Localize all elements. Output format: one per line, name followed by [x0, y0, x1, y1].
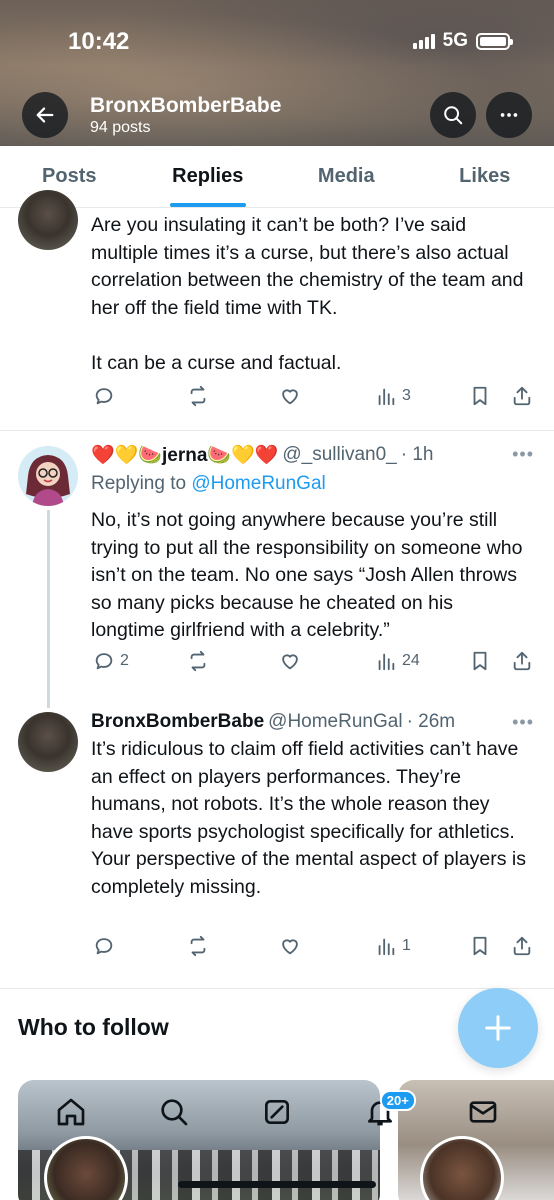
share-button[interactable]	[511, 385, 533, 407]
share-button[interactable]	[511, 650, 533, 672]
repost-icon	[190, 935, 206, 957]
repost-button[interactable]	[187, 650, 214, 672]
profile-name: BronxBomberBabe	[90, 94, 282, 117]
like-button[interactable]	[279, 650, 306, 672]
reply-icon	[95, 938, 113, 955]
repost-icon	[190, 385, 206, 407]
home-icon	[58, 1098, 85, 1126]
author-handle[interactable]: @HomeRunGal	[268, 711, 402, 733]
view-count: 1	[402, 937, 411, 954]
tweet-actions: 2 24	[91, 650, 541, 678]
bookmark-icon	[473, 651, 487, 671]
nav-grok[interactable]	[247, 1082, 307, 1142]
like-button[interactable]	[279, 935, 306, 957]
back-button[interactable]	[22, 92, 68, 138]
share-icon	[513, 936, 531, 956]
signal-icon	[412, 33, 435, 49]
reply-button[interactable]: 2	[93, 650, 129, 672]
reply-icon	[95, 653, 113, 670]
heart-icon	[282, 654, 298, 670]
plus-icon	[485, 1015, 511, 1041]
tab-likes[interactable]: Likes	[416, 146, 554, 207]
replying-prefix: Replying to	[91, 473, 192, 494]
heart-icon	[282, 939, 298, 955]
repost-button[interactable]	[187, 935, 214, 957]
status-indicators: 5G	[412, 30, 513, 52]
nav-notifications[interactable]: 20+	[350, 1082, 416, 1142]
author-name[interactable]: BronxBomberBabe	[91, 711, 264, 733]
tweet-header: BronxBomberBabe @HomeRunGal · 26m	[91, 711, 455, 733]
bookmark-icon	[473, 936, 487, 956]
author-name[interactable]: ❤️💛🍉jerna🍉💛❤️	[91, 443, 278, 467]
view-count: 24	[402, 652, 420, 669]
views-icon	[378, 388, 395, 406]
tweet-more-button[interactable]: •••	[512, 444, 534, 465]
views-icon	[378, 938, 395, 956]
nav-home[interactable]	[41, 1082, 101, 1142]
profile-tabs: Posts Replies Media Likes	[0, 146, 554, 208]
grok-icon	[264, 1100, 289, 1124]
views-button[interactable]: 24	[375, 650, 420, 672]
tab-replies[interactable]: Replies	[139, 146, 278, 207]
search-icon	[161, 1099, 188, 1126]
bookmark-button[interactable]	[469, 650, 491, 672]
avatar[interactable]	[18, 190, 78, 250]
tweet-more-button[interactable]: •••	[512, 712, 534, 733]
profile-post-count: 94 posts	[90, 119, 151, 136]
search-icon	[444, 106, 463, 125]
home-indicator	[178, 1181, 376, 1188]
more-options-button[interactable]	[486, 92, 532, 138]
more-dots-icon	[500, 113, 518, 117]
thread-line	[47, 510, 50, 708]
avatar[interactable]	[18, 446, 78, 506]
nav-search[interactable]	[144, 1082, 204, 1142]
tweet-text: It’s ridiculous to claim off field activ…	[91, 738, 532, 898]
tweet-header: ❤️💛🍉jerna🍉💛❤️ @_sullivan0_ · 1h	[91, 443, 433, 467]
heart-icon	[282, 389, 298, 405]
reply-button[interactable]	[93, 385, 120, 407]
notification-badge: 20+	[379, 1090, 416, 1111]
views-icon	[378, 653, 395, 671]
cartoon-avatar-icon	[18, 446, 78, 506]
like-button[interactable]	[279, 385, 306, 407]
bookmark-button[interactable]	[469, 935, 491, 957]
repost-icon	[190, 650, 206, 672]
reply-icon	[95, 388, 113, 405]
status-time: 10:42	[68, 28, 130, 55]
tweet-time: · 1h	[400, 444, 434, 465]
share-icon	[513, 386, 531, 406]
nav-messages[interactable]	[453, 1082, 513, 1142]
compose-post-button[interactable]	[458, 988, 538, 1068]
repost-button[interactable]	[187, 385, 214, 407]
avatar[interactable]	[18, 712, 78, 772]
share-icon	[513, 651, 531, 671]
tweet-time: · 26m	[406, 711, 456, 732]
search-button[interactable]	[430, 92, 476, 138]
network-label: 5G	[442, 30, 468, 51]
share-button[interactable]	[511, 935, 533, 957]
messages-icon	[469, 1101, 496, 1123]
tweet-text: No, it’s not going anywhere because you’…	[91, 509, 528, 641]
author-handle[interactable]: @_sullivan0_	[282, 444, 396, 466]
bookmark-button[interactable]	[469, 385, 491, 407]
divider	[0, 988, 554, 989]
arrow-left-icon	[36, 107, 54, 123]
replying-mention[interactable]: @HomeRunGal	[191, 473, 325, 494]
tweet-actions: 1	[91, 935, 541, 963]
view-count: 3	[402, 387, 411, 404]
tweet-text: Are you insulating it can’t be both? I’v…	[91, 214, 524, 374]
views-button[interactable]: 1	[375, 935, 411, 957]
divider	[0, 430, 554, 431]
reply-count: 2	[120, 652, 129, 669]
views-button[interactable]: 3	[375, 385, 411, 407]
who-to-follow-heading: Who to follow	[18, 1014, 169, 1040]
tab-media[interactable]: Media	[277, 146, 416, 207]
reply-button[interactable]	[93, 935, 120, 957]
tweet-actions: 3	[91, 385, 541, 413]
battery-icon	[476, 32, 513, 50]
replying-to: Replying to @HomeRunGal	[91, 473, 326, 495]
bookmark-icon	[473, 386, 487, 406]
